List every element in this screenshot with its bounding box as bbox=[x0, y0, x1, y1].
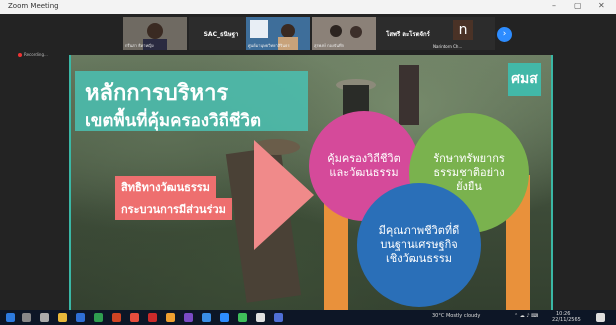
tray-icons[interactable]: ⌃ ☁ ♪ ⌨ bbox=[514, 313, 538, 319]
windows-taskbar: 30°C Mostly cloudy ⌃ ☁ ♪ ⌨ 10:26 22/11/2… bbox=[0, 310, 616, 325]
pdf-icon[interactable] bbox=[148, 313, 157, 322]
participant-tile[interactable]: กรีนสา ธิดาหญิง bbox=[123, 17, 187, 50]
sac-logo: ศมส bbox=[508, 63, 541, 96]
excel-icon[interactable] bbox=[94, 313, 103, 322]
search-icon[interactable] bbox=[22, 313, 31, 322]
participant-tile[interactable]: สุรพงษ์ กองจันทึก bbox=[312, 17, 376, 50]
participant-name: SAC_ธนิษฐา bbox=[203, 31, 239, 38]
minimize-button[interactable]: – bbox=[552, 1, 556, 10]
participant-caption: Narintorn Ch... bbox=[433, 44, 463, 49]
circle-text: คุ้มครองวิถีชีวิต และวัฒนธรรม bbox=[327, 152, 401, 179]
clock-date[interactable]: 22/11/2565 bbox=[552, 317, 581, 323]
participant-tile[interactable]: n Narintorn Ch... bbox=[431, 17, 495, 50]
slide-title-line1: หลักการบริหาร bbox=[85, 81, 229, 106]
start-icon[interactable] bbox=[6, 313, 15, 322]
line-icon[interactable] bbox=[238, 313, 247, 322]
window-title: Zoom Meeting bbox=[8, 2, 59, 10]
close-button[interactable]: ✕ bbox=[598, 1, 605, 10]
shared-slide: หลักการบริหาร เขตพื้นที่คุ้มครองวิถีชีวิ… bbox=[69, 55, 553, 311]
zoom-icon[interactable] bbox=[220, 313, 229, 322]
participant-name: สุรพงษ์ กองจันทึก bbox=[314, 43, 345, 48]
circle-text: มีคุณภาพชีวิตที่ดี บนฐานเศรษฐกิจ เชิงวัฒ… bbox=[378, 224, 460, 265]
app-icon[interactable] bbox=[256, 313, 265, 322]
window-title-bar: Zoom Meeting – ▢ ✕ bbox=[0, 0, 616, 14]
participant-name: ศูนย์มานุษยวิทยาสิรินธร bbox=[248, 43, 290, 48]
recording-label: Recording... bbox=[24, 52, 48, 57]
file-explorer-icon[interactable] bbox=[58, 313, 67, 322]
participant-name: กรีนสา ธิดาหญิง bbox=[125, 43, 154, 48]
right-arrow-icon bbox=[254, 140, 314, 250]
edge-icon[interactable] bbox=[202, 313, 211, 322]
participant-tile[interactable]: SAC_ธนิษฐา bbox=[189, 17, 253, 50]
app-icon[interactable] bbox=[274, 313, 283, 322]
app-icon[interactable] bbox=[184, 313, 193, 322]
label-cultural-rights: สิทธิทางวัฒนธรรม bbox=[115, 176, 216, 198]
powerpoint-icon[interactable] bbox=[112, 313, 121, 322]
next-participants-button[interactable]: › bbox=[497, 27, 512, 42]
circle-quality-of-life: มีคุณภาพชีวิตที่ดี บนฐานเศรษฐกิจ เชิงวัฒ… bbox=[357, 183, 481, 307]
vlc-icon[interactable] bbox=[166, 313, 175, 322]
slide-title-box: หลักการบริหาร เขตพื้นที่คุ้มครองวิถีชีวิ… bbox=[75, 71, 308, 131]
recording-indicator: Recording... bbox=[18, 52, 48, 57]
participant-avatar: n bbox=[453, 20, 473, 40]
slide-title-line2: เขตพื้นที่คุ้มครองวิถีชีวิต bbox=[85, 111, 262, 131]
notification-icon[interactable] bbox=[596, 313, 605, 322]
label-participation-process: กระบวนการมีส่วนร่วม bbox=[115, 198, 232, 220]
task-view-icon[interactable] bbox=[40, 313, 49, 322]
weather-status[interactable]: 30°C Mostly cloudy bbox=[432, 313, 480, 319]
participant-tile[interactable]: ศูนย์มานุษยวิทยาสิรินธร bbox=[246, 17, 310, 50]
maximize-button[interactable]: ▢ bbox=[574, 1, 582, 10]
word-icon[interactable] bbox=[76, 313, 85, 322]
record-dot-icon bbox=[18, 53, 22, 57]
chrome-icon[interactable] bbox=[130, 313, 139, 322]
